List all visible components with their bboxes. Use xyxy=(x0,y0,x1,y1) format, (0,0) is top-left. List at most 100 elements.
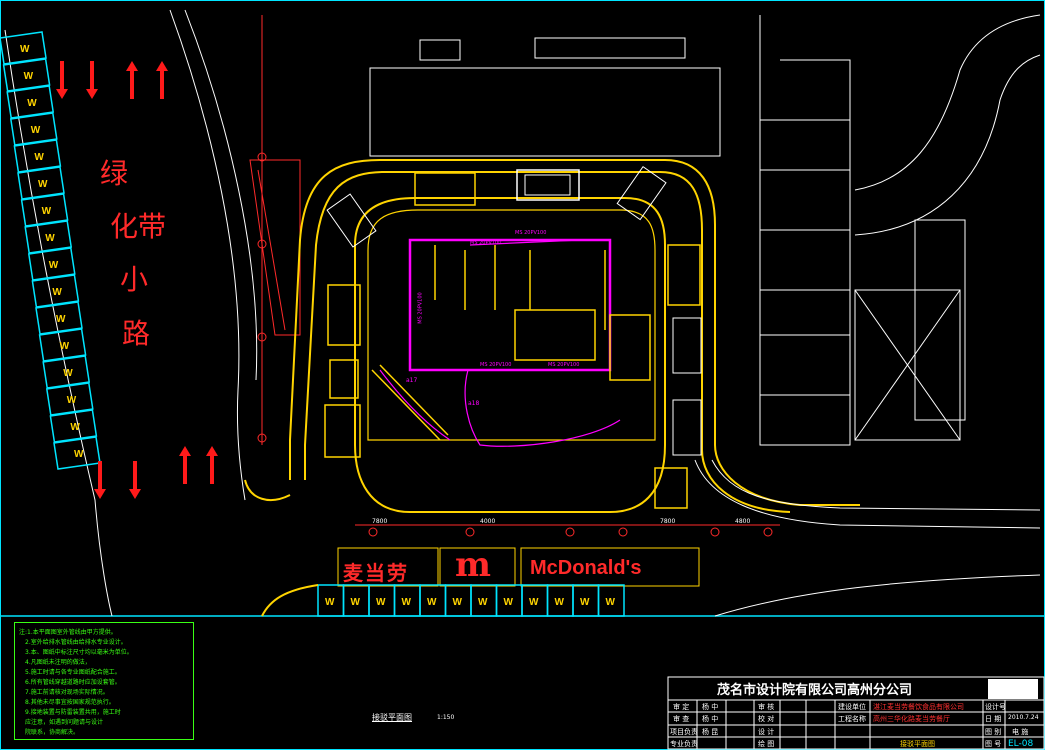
pipe-label: MS 20PV100 xyxy=(548,362,580,368)
dimension-label: 4800 xyxy=(735,518,751,525)
tb-label: 专业负责 xyxy=(670,740,698,748)
drive-thru-lane xyxy=(244,159,860,513)
parking-stall-mark: W xyxy=(427,597,437,608)
parking-stall-mark: W xyxy=(27,98,37,109)
green-belt-label: 化带 xyxy=(110,210,167,243)
drawing-date: 2010.7.24 xyxy=(1008,714,1039,721)
parking-stall-mark: W xyxy=(402,597,412,608)
restaurant-building xyxy=(354,197,666,513)
equipment-boxes xyxy=(324,169,701,509)
parking-stall-mark: W xyxy=(34,152,44,163)
dimension-label: 7800 xyxy=(660,518,676,525)
parking-stall-mark: W xyxy=(376,597,386,608)
service-building xyxy=(369,37,721,157)
client-name: 湛江麦当劳餐饮食品有限公司 xyxy=(873,703,964,711)
tb-meta-label: 图 别 xyxy=(985,728,1002,736)
parking-stall-mark: W xyxy=(74,449,84,460)
sign-chinese: 麦当劳 xyxy=(343,561,409,585)
parking-row-bottom: WWWWWWWWWWWW xyxy=(317,584,625,617)
parking-stall-mark: W xyxy=(70,422,80,433)
parking-stall-mark: W xyxy=(606,597,616,608)
right-buildings xyxy=(759,14,1041,446)
tb-label: 工程名称 xyxy=(838,715,866,723)
tb-label: 设 计 xyxy=(758,728,775,736)
note-line: 9.接地装置与防雷装置共用，施工时 xyxy=(25,709,121,716)
tb-label: 审 查 xyxy=(673,715,690,723)
parking-stall-mark: W xyxy=(31,125,41,136)
note-line: 5.施工时请与各专业图纸配合施工。 xyxy=(25,669,121,676)
tag-label: a17 xyxy=(406,377,418,384)
tb-label: 审 核 xyxy=(758,703,775,711)
drawing-name: 接驳平面图 xyxy=(900,740,935,748)
parking-stall-mark: W xyxy=(478,597,488,608)
arrow-down-icon xyxy=(56,61,68,99)
arrow-up-icon xyxy=(156,61,168,99)
parking-stall-mark: W xyxy=(52,287,62,298)
arrow-down-icon xyxy=(94,461,106,499)
pipe-label: MS 20PV100 xyxy=(417,292,424,324)
pipe-label: MS 20PV100 xyxy=(480,362,512,368)
pipe-label: MS 20PV100 xyxy=(470,240,502,246)
parking-stall-mark: W xyxy=(555,597,565,608)
arrow-up-icon xyxy=(179,446,191,484)
arrow-down-icon xyxy=(86,61,98,99)
tb-meta-label: 设计号 xyxy=(985,703,1006,711)
note-line: 2.室外给排水管线由给排水专业设计。 xyxy=(25,639,127,646)
dimension-label: 4000 xyxy=(480,518,496,525)
tb-value: 杨 昆 xyxy=(702,728,719,736)
tag-label: a18 xyxy=(468,400,480,407)
tb-label: 绘 图 xyxy=(758,740,775,748)
arrow-up-icon xyxy=(126,61,138,99)
parking-stall-mark: W xyxy=(20,44,30,55)
arrow-up-icon xyxy=(206,446,218,484)
parking-stall-mark: W xyxy=(453,597,463,608)
note-line: 3.本、图纸中标注尺寸均以毫米为单位。 xyxy=(25,649,133,656)
parking-stall-mark: W xyxy=(67,395,77,406)
tb-label: 审 定 xyxy=(673,703,690,711)
dimension-line-left xyxy=(257,15,267,445)
parking-stall-mark: W xyxy=(325,597,335,608)
project-name: 高州三华化路麦当劳餐厅 xyxy=(873,715,950,723)
parking-stall-mark: W xyxy=(529,597,539,608)
parking-stall-mark: W xyxy=(42,206,52,217)
tb-value: 杨 中 xyxy=(702,715,719,723)
design-notes: 注:1.本平面图室外管线由甲方提供。 2.室外给排水管线由给排水专业设计。 3.… xyxy=(14,622,194,740)
note-line: 注:1.本平面图室外管线由甲方提供。 xyxy=(19,629,117,636)
sign-english: McDonald's xyxy=(530,557,642,579)
note-line: 8.其他未尽事宜按国家规范执行。 xyxy=(25,699,115,706)
parking-stall-mark: W xyxy=(38,179,48,190)
tb-label: 项目负责 xyxy=(670,728,698,736)
note-line: 6.所有管线穿越道路时应加设套管。 xyxy=(25,679,121,686)
parking-stall-mark: W xyxy=(63,368,73,379)
golden-arches-logo: m xyxy=(455,545,491,585)
drive-thru-lane-marker xyxy=(249,159,301,336)
road-bottom-right xyxy=(694,459,1041,617)
parking-stall-mark: W xyxy=(45,233,55,244)
tb-label: 建设单位 xyxy=(838,703,866,711)
sheet-title: 接驳平面图 xyxy=(372,713,412,722)
drawing-number: EL-08 xyxy=(1008,739,1034,749)
parking-stall-mark: W xyxy=(60,341,70,352)
tb-value: 杨 中 xyxy=(702,703,719,711)
path-label: 小 xyxy=(120,263,149,296)
dimension-label: 7800 xyxy=(372,518,388,525)
parking-stall-mark: W xyxy=(24,71,34,82)
tb-label: 校 对 xyxy=(758,715,775,723)
redacted-stamp xyxy=(988,679,1038,699)
tb-meta-label: 日 期 xyxy=(985,715,1002,723)
parking-stall-mark: W xyxy=(504,597,514,608)
drawing-category: 电 施 xyxy=(1012,728,1029,736)
parking-stall-mark: W xyxy=(56,314,66,325)
tb-meta-label: 图 号 xyxy=(985,740,1002,748)
parking-stall-mark: W xyxy=(351,597,361,608)
note-line: 院联系，协商解决。 xyxy=(25,729,80,736)
parking-stall-mark: W xyxy=(580,597,590,608)
company-name: 茂名市设计院有限公司高州分公司 xyxy=(717,683,913,698)
pipe-label: MS 20PV100 xyxy=(515,230,547,236)
entrance-curb xyxy=(261,584,319,617)
note-line: 4.凡图纸未注明的做法， xyxy=(25,659,91,666)
note-line: 应注意，如遇到问题请与设计 xyxy=(25,719,104,726)
path-label: 路 xyxy=(122,317,151,350)
sheet-scale: 1:150 xyxy=(437,714,455,721)
parking-stall-mark: W xyxy=(49,260,59,271)
